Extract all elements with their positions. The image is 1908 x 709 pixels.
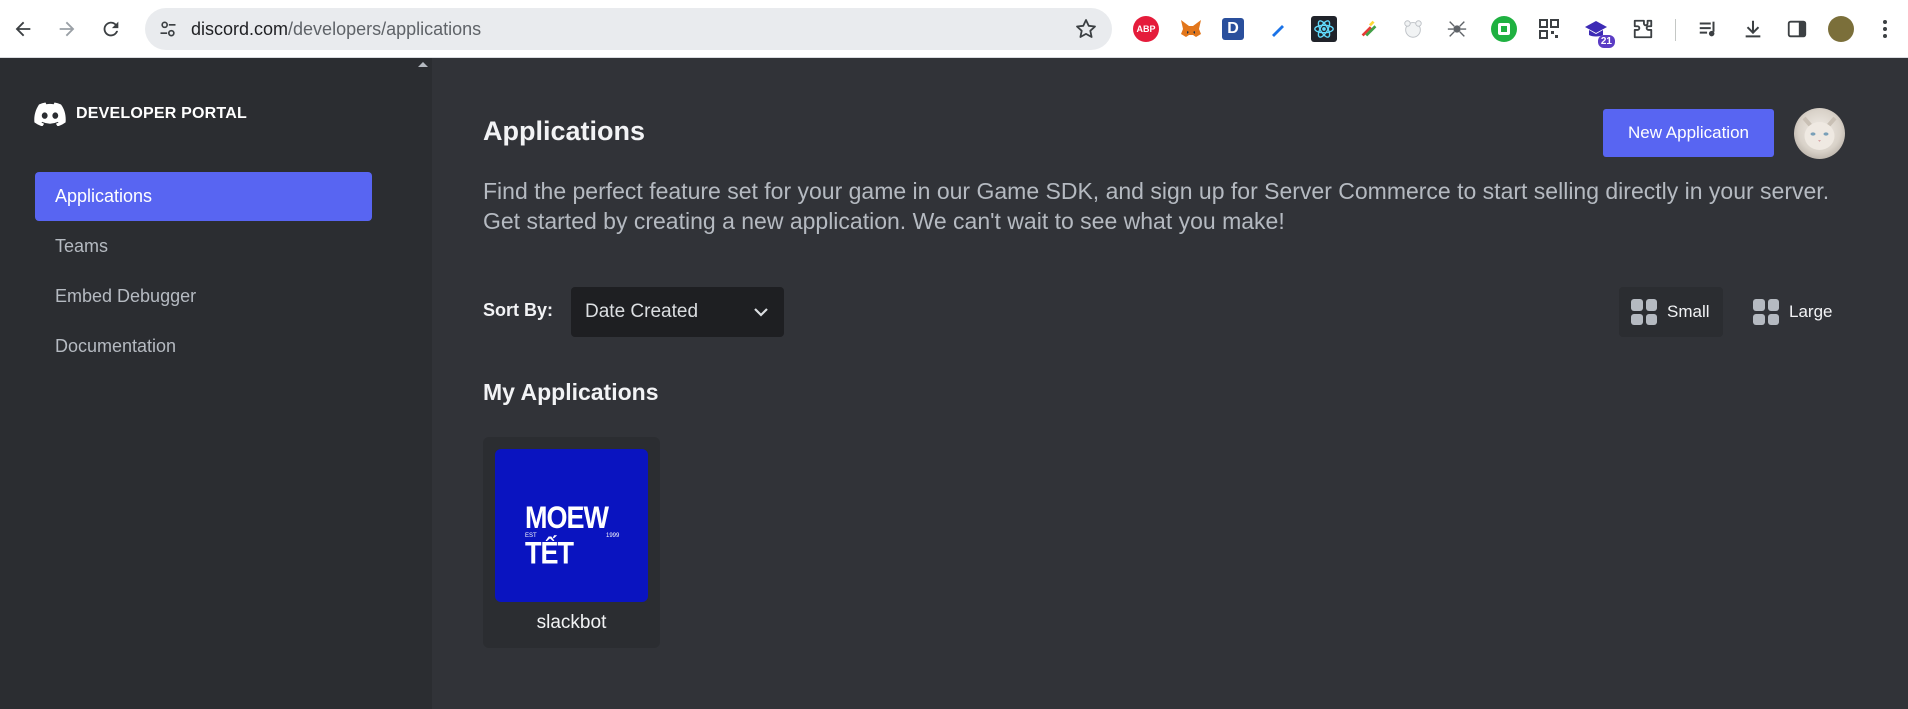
d-extension-icon[interactable]: D: [1222, 18, 1244, 40]
sidebar-item-label: Embed Debugger: [55, 286, 197, 306]
discord-logo-icon: [34, 102, 66, 126]
spider-icon[interactable]: [1444, 16, 1470, 42]
address-bar[interactable]: discord.com/developers/applications: [145, 8, 1112, 50]
sidebar-item-label: Teams: [55, 236, 109, 256]
grid-large-icon: [1753, 299, 1779, 325]
sidebar-item-embed-debugger[interactable]: Embed Debugger: [35, 272, 372, 321]
side-panel-icon[interactable]: [1784, 16, 1810, 42]
view-small-toggle[interactable]: Small: [1619, 287, 1723, 337]
pen-icon[interactable]: [1265, 16, 1291, 42]
browser-toolbar: discord.com/developers/applications ABP …: [0, 0, 1908, 58]
forward-button[interactable]: [48, 10, 86, 48]
user-avatar[interactable]: [1794, 108, 1845, 159]
scroll-up-arrow-icon[interactable]: [418, 62, 428, 67]
url-path: /developers/applications: [288, 19, 482, 39]
sidebar-item-label: Applications: [55, 186, 153, 206]
application-name: slackbot: [536, 612, 607, 633]
site-settings-icon[interactable]: [155, 17, 181, 41]
app-logo-est: EST: [525, 533, 537, 539]
sidebar: [0, 58, 432, 709]
kebab-menu-icon[interactable]: [1872, 16, 1898, 42]
reload-button[interactable]: [92, 10, 130, 48]
app-logo-text: MOEW TẾT: [525, 500, 609, 571]
extension-badge: 21: [1597, 35, 1615, 48]
section-title: My Applications: [483, 379, 659, 405]
sidebar-item-teams[interactable]: Teams: [35, 222, 372, 271]
bear-icon[interactable]: [1400, 16, 1426, 42]
arrow-left-icon: [15, 21, 31, 37]
arrow-right-icon: [59, 21, 75, 37]
url-text[interactable]: discord.com/developers/applications: [191, 19, 481, 40]
url-domain: discord.com: [191, 19, 289, 39]
color-picker-icon[interactable]: [1356, 16, 1382, 42]
developer-portal-brand[interactable]: DEVELOPER PORTAL: [34, 102, 247, 126]
new-application-button[interactable]: New Application: [1603, 109, 1774, 157]
app-logo-year: 1999: [606, 533, 620, 539]
cat-avatar-icon: [1802, 116, 1837, 150]
sort-by-label: Sort By:: [483, 300, 554, 320]
abp-icon[interactable]: ABP: [1133, 16, 1159, 42]
sidebar-item-label: Documentation: [55, 336, 177, 356]
sidebar-item-applications[interactable]: Applications: [35, 172, 372, 221]
sort-by-select[interactable]: Date Created: [571, 287, 784, 337]
graduation-cap-icon[interactable]: 21: [1583, 16, 1615, 48]
profile-avatar-icon[interactable]: [1828, 16, 1854, 42]
view-large-toggle[interactable]: Large: [1741, 287, 1851, 337]
green-square-icon[interactable]: [1491, 16, 1517, 42]
bookmark-star-icon[interactable]: [1074, 17, 1098, 41]
chevron-down-icon: [754, 308, 768, 317]
react-devtools-icon[interactable]: [1311, 16, 1337, 42]
view-small-label: Small: [1667, 302, 1710, 321]
sidebar-item-documentation[interactable]: Documentation: [35, 322, 372, 371]
back-button[interactable]: [4, 10, 42, 48]
view-large-label: Large: [1789, 302, 1833, 321]
reading-list-icon[interactable]: [1695, 16, 1721, 42]
metamask-fox-icon[interactable]: [1178, 16, 1204, 42]
grid-small-icon: [1631, 299, 1657, 325]
page-description: Find the perfect feature set for your ga…: [483, 178, 1830, 234]
sort-by-value: Date Created: [585, 301, 699, 322]
toolbar-separator: [1675, 19, 1676, 41]
download-icon[interactable]: [1740, 16, 1766, 42]
application-icon: MOEW TẾT EST 1999: [495, 449, 648, 602]
application-card[interactable]: MOEW TẾT EST 1999 slackbot: [483, 437, 660, 648]
reload-icon: [103, 21, 119, 37]
qr-code-icon[interactable]: [1536, 16, 1562, 42]
page-title: Applications: [483, 116, 646, 146]
brand-label: DEVELOPER PORTAL: [76, 105, 247, 122]
puzzle-icon[interactable]: [1630, 16, 1656, 42]
